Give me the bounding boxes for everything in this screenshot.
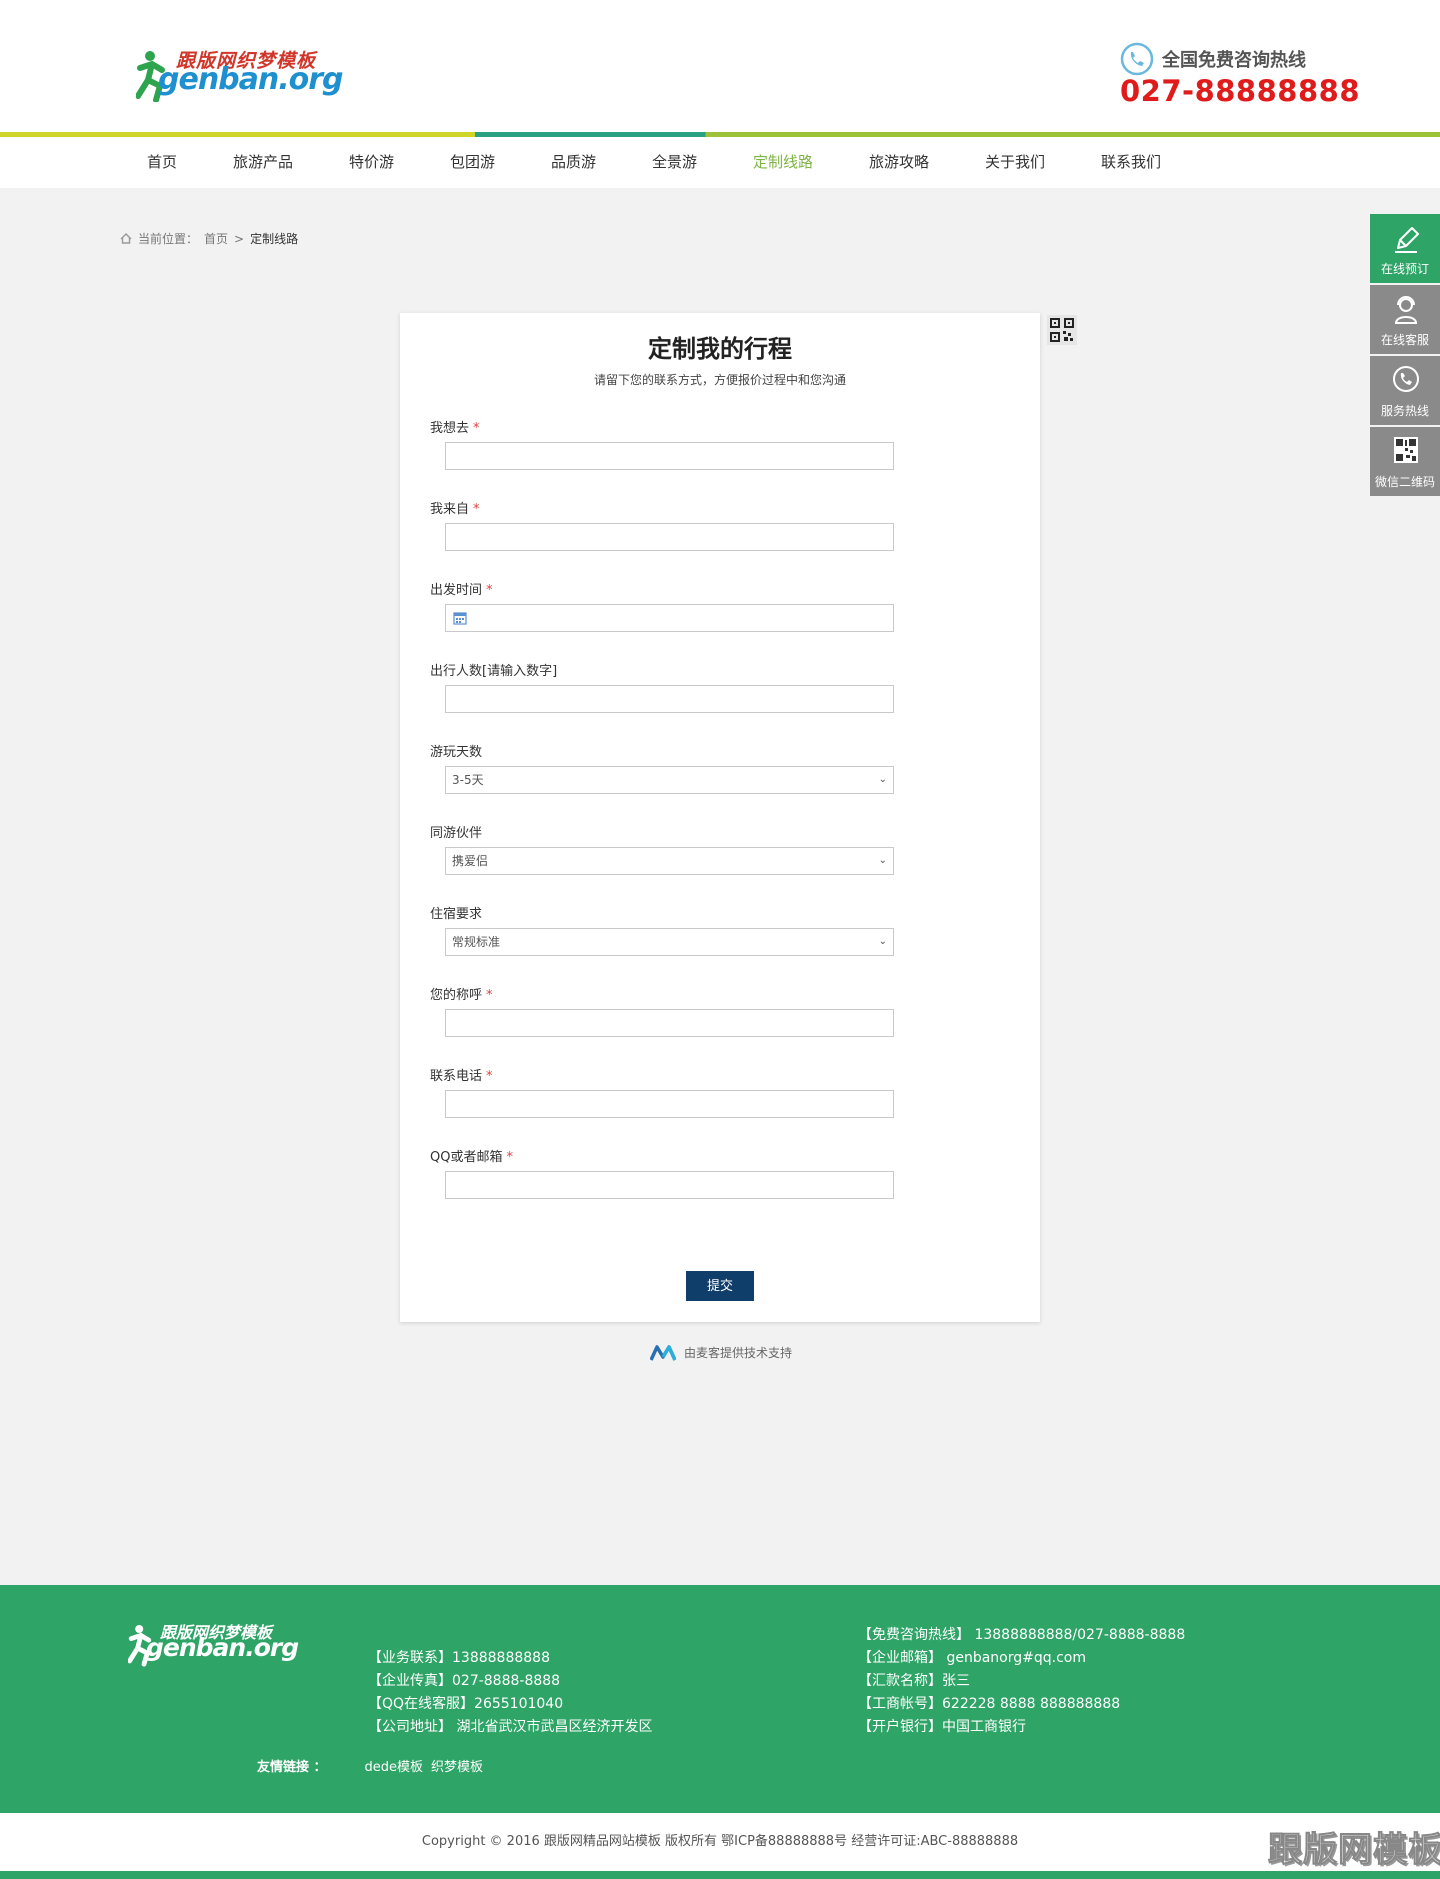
companions-select[interactable]: 携爱侣 ⌄ — [445, 847, 894, 875]
form-qrcode-toggle[interactable] — [1047, 315, 1077, 345]
sidebar-label: 服务热线 — [1380, 404, 1429, 418]
footer-bank: 【开户银行】中国工商银行 — [858, 1719, 1026, 1735]
field-label-travelers: 出行人数[请输入数字] — [430, 664, 558, 679]
companions-select-value: 携爱侣 — [452, 854, 489, 868]
submit-button[interactable]: 提交 — [686, 1271, 754, 1301]
pencil-icon — [1395, 227, 1419, 253]
footer-qq-service: 【QQ在线客服】2655101040 — [368, 1696, 564, 1712]
phone-icon — [1120, 42, 1154, 76]
form-title: 定制我的行程 — [648, 335, 792, 363]
hotline-number: 027-88888888 — [1120, 74, 1360, 108]
qrcode-icon — [1394, 437, 1418, 463]
field-label-companions: 同游伙伴 — [430, 826, 483, 841]
headset-icon — [1394, 296, 1418, 324]
phone-icon — [1393, 366, 1419, 392]
sidebar-online-service[interactable]: 在线客服 — [1370, 285, 1440, 354]
nav-item-special-offers[interactable]: 特价游 — [349, 151, 394, 172]
footer-bank-account: 【工商帐号】622228 8888 888888888 — [858, 1696, 1121, 1712]
sidebar-label: 在线客服 — [1380, 333, 1429, 347]
footer-address: 【公司地址】 湖北省武汉市武昌区经济开发区 — [368, 1719, 653, 1735]
friend-links-title: 友情链接 ： — [257, 1760, 327, 1775]
sidebar-online-booking[interactable]: 在线预订 — [1370, 214, 1440, 283]
floating-sidebar: 在线预订 在线客服 服务热线 微信二维码 — [1370, 214, 1440, 498]
nav-item-contact-us[interactable]: 联系我们 — [1101, 151, 1161, 172]
nav-item-travel-products[interactable]: 旅游产品 — [233, 151, 293, 172]
breadcrumb-home-link[interactable]: 首页 — [204, 230, 228, 247]
accommodation-select[interactable]: 常规标准 ⌄ — [445, 928, 894, 956]
powered-by[interactable]: 由麦客提供技术支持 — [650, 1344, 792, 1361]
field-label-phone: 联系电话 * — [430, 1069, 493, 1084]
nav-item-about-us[interactable]: 关于我们 — [985, 151, 1045, 172]
bottom-bar — [0, 1871, 1440, 1879]
field-label-departure-date: 出发时间 * — [430, 583, 493, 598]
chevron-down-icon: ⌄ — [878, 936, 887, 947]
nav-item-group-tours[interactable]: 包团游 — [450, 151, 495, 172]
friend-link-dede[interactable]: dede模板 — [365, 1756, 424, 1775]
footer-logo-english-text: genban.org — [146, 1633, 299, 1662]
sidebar-label: 微信二维码 — [1374, 475, 1435, 489]
origin-input[interactable] — [445, 523, 894, 551]
qq-email-input[interactable] — [445, 1171, 894, 1199]
nav-item-quality-tours[interactable]: 品质游 — [551, 151, 596, 172]
nav-item-home[interactable]: 首页 — [147, 151, 177, 172]
breadcrumb: 当前位置： 首页 > 定制线路 — [120, 230, 298, 247]
footer-remittance-name: 【汇款名称】张三 — [858, 1673, 970, 1689]
nav-item-panorama-tours[interactable]: 全景游 — [652, 151, 697, 172]
field-label-destination: 我想去 * — [430, 421, 480, 436]
days-select[interactable]: 3-5天 ⌄ — [445, 766, 894, 794]
nav-item-custom-routes[interactable]: 定制线路 — [753, 151, 813, 172]
sidebar-label: 在线预订 — [1380, 262, 1429, 276]
nav-item-travel-guides[interactable]: 旅游攻略 — [869, 151, 929, 172]
destination-input[interactable] — [445, 442, 894, 470]
form-subtitle: 请留下您的联系方式，方便报价过程中和您沟通 — [593, 373, 846, 387]
header: 跟版网织梦模板 genban.org 全国免费咨询热线 027-88888888 — [0, 0, 1440, 137]
field-label-qq-email: QQ或者邮箱 * — [430, 1150, 513, 1165]
home-icon — [120, 233, 132, 244]
sidebar-service-hotline[interactable]: 服务热线 — [1370, 356, 1440, 425]
calendar-icon — [453, 612, 467, 625]
custom-trip-form: 定制我的行程 请留下您的联系方式，方便报价过程中和您沟通 我想去 * 我来自 * 出… — [400, 313, 1040, 1322]
footer-free-hotline: 【免费咨询热线】 13888888888/027-8888-8888 — [858, 1627, 1186, 1643]
friend-links: 友情链接 ： dede模板 织梦模板 — [257, 1756, 483, 1775]
hotline-label: 全国免费咨询热线 — [1162, 50, 1306, 71]
main-nav: 首页 旅游产品 特价游 包团游 品质游 全景游 定制线路 旅游攻略 关于我们 联… — [0, 137, 1440, 188]
footer-logo[interactable]: 跟版网织梦模板 genban.org — [128, 1619, 299, 1669]
departure-date-input[interactable] — [445, 604, 894, 632]
powered-by-text: 由麦客提供技术支持 — [684, 1346, 793, 1360]
breadcrumb-separator: > — [234, 231, 245, 246]
sidebar-wechat-qrcode[interactable]: 微信二维码 — [1370, 427, 1440, 496]
copyright: Copyright © 2016 跟版网精品网站模板 版权所有 鄂ICP备888… — [0, 1813, 1440, 1871]
field-label-accommodation: 住宿要求 — [430, 907, 483, 922]
breadcrumb-current: 定制线路 — [250, 232, 299, 246]
footer-fax: 【企业传真】027-8888-8888 — [368, 1673, 561, 1689]
logo[interactable]: 跟版网织梦模板 genban.org — [136, 44, 344, 104]
name-input[interactable] — [445, 1009, 894, 1037]
field-label-origin: 我来自 * — [430, 502, 480, 517]
field-label-days: 游玩天数 — [430, 745, 483, 760]
chevron-down-icon: ⌄ — [878, 774, 887, 785]
days-select-value: 3-5天 — [452, 773, 484, 787]
hotline: 全国免费咨询热线 027-88888888 — [1120, 42, 1360, 112]
friend-link-zhimeng[interactable]: 织梦模板 — [431, 1756, 483, 1775]
maike-logo-icon — [650, 1344, 676, 1361]
accommodation-select-value: 常规标准 — [452, 935, 501, 949]
breadcrumb-prefix: 当前位置： — [138, 232, 199, 246]
chevron-down-icon: ⌄ — [878, 855, 887, 866]
footer: 跟版网织梦模板 genban.org 【业务联系】13888888888 【企业… — [0, 1585, 1440, 1813]
watermark: 跟版网模板 — [1268, 1830, 1440, 1871]
travelers-input[interactable] — [445, 685, 894, 713]
phone-input[interactable] — [445, 1090, 894, 1118]
field-label-name: 您的称呼 * — [430, 988, 493, 1003]
logo-english-text: genban.org — [158, 62, 344, 97]
qrcode-icon — [1050, 318, 1074, 342]
footer-email: 【企业邮箱】 genbanorg#qq.com — [858, 1650, 1086, 1666]
footer-business-contact: 【业务联系】13888888888 — [368, 1650, 550, 1666]
